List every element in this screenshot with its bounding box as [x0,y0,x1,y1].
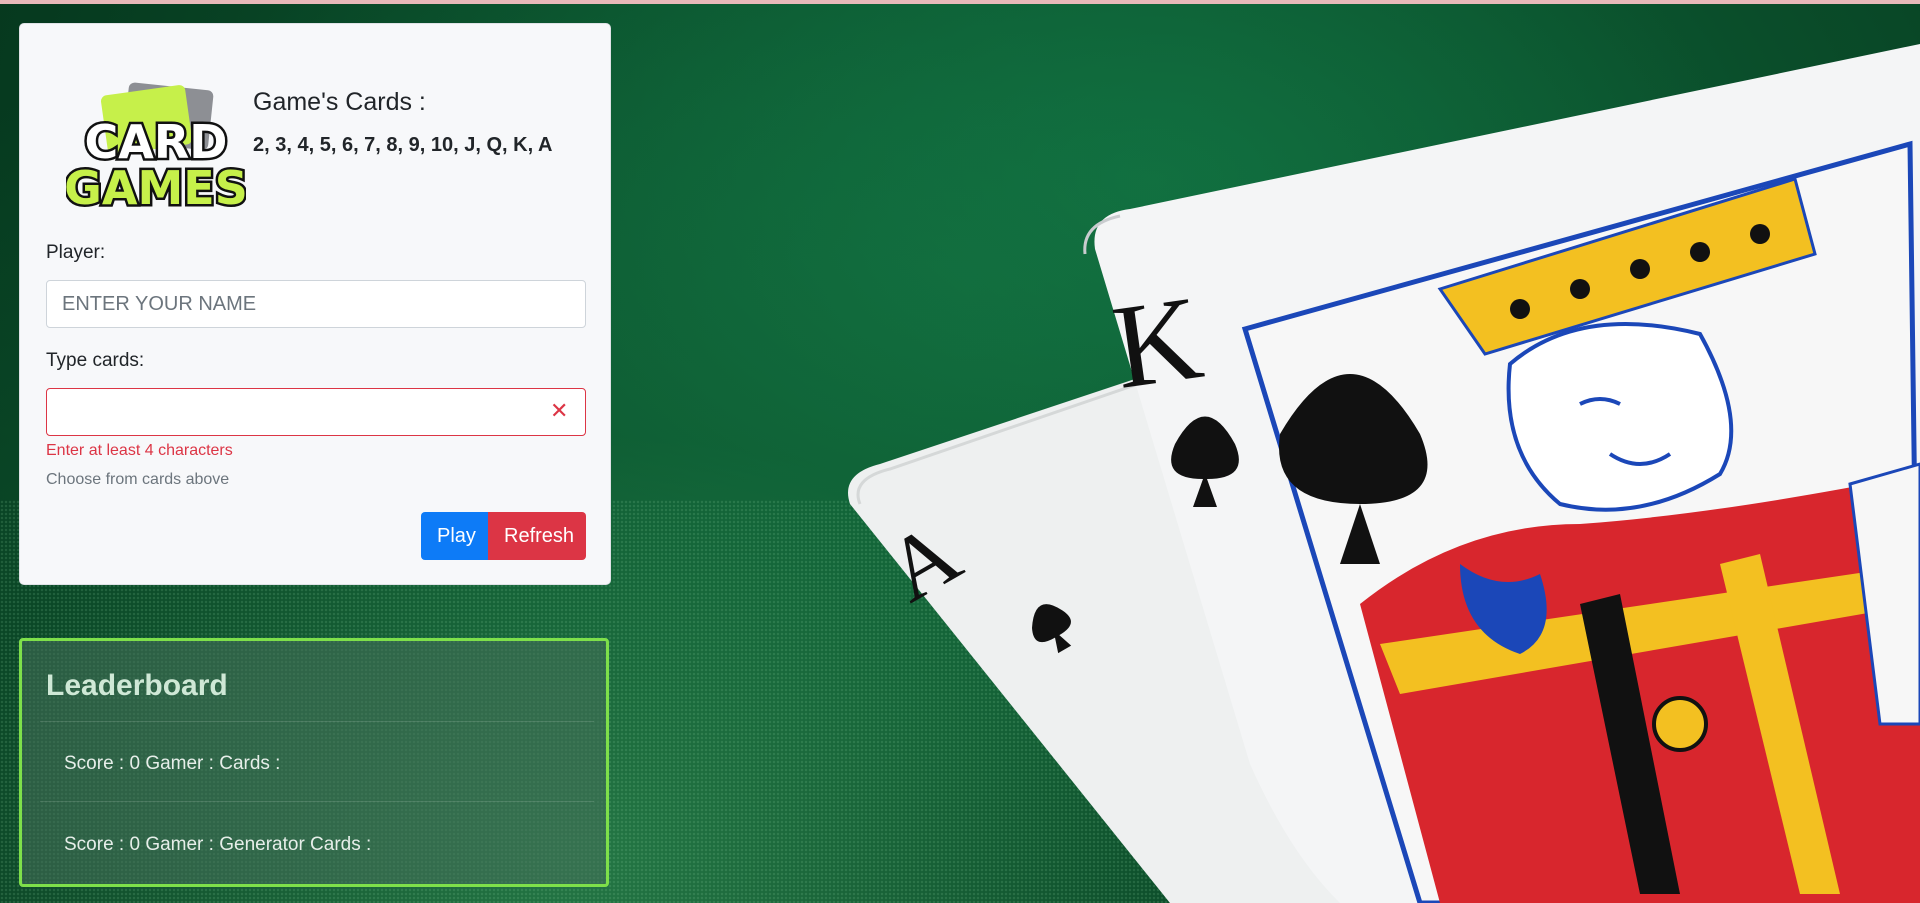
cards-error-message: Enter at least 4 characters [46,442,233,459]
refresh-button[interactable]: Refresh [488,512,586,560]
leaderboard-row: Score : 0 Gamer : Generator Cards : [64,834,372,855]
playing-cards-illustration: A K [848,44,1920,903]
type-cards-label: Type cards: [46,350,145,371]
player-name-input[interactable] [46,280,586,328]
card-games-logo: CARD GAMES [66,82,246,218]
svg-text:K: K [1105,270,1209,414]
leaderboard-row: Score : 0 Gamer : Cards : [64,753,281,774]
play-button[interactable]: Play [421,512,488,560]
games-cards-title: Game's Cards : [253,88,426,116]
player-label: Player: [46,242,106,263]
cards-help-text: Choose from cards above [46,471,230,488]
leaderboard-divider [40,721,594,722]
type-cards-input[interactable] [46,388,586,436]
leaderboard-title: Leaderboard [46,669,228,702]
game-form-panel: CARD GAMES Game's Cards : 2, 3, 4, 5, 6,… [19,23,611,585]
invalid-x-icon: ✕ [550,398,569,423]
leaderboard-divider [40,801,594,802]
leaderboard-panel: Leaderboard Score : 0 Gamer : Cards : Sc… [19,638,609,887]
games-cards-list: 2, 3, 4, 5, 6, 7, 8, 9, 10, J, Q, K, A [253,134,553,156]
svg-text:GAMES: GAMES [66,161,246,215]
